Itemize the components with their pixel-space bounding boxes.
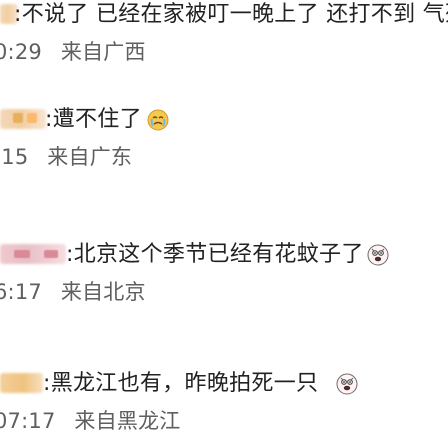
username-redacted[interactable] (0, 373, 43, 393)
comment-meta: :15 来自广东 (0, 143, 132, 171)
comment-time: :15 (0, 145, 29, 169)
comment-time: 0:29 (0, 40, 42, 64)
comment-time: 07:17 (0, 409, 56, 433)
comment-meta: 6:17 来自北京 (0, 278, 146, 306)
comment-text: :不说了 已经在家被叮一晚上了 还打不到 气死 (14, 2, 448, 27)
comment-item: :遭不住了 :15 来自广东 (0, 107, 448, 201)
comment-meta: 0:29 来自广西 (0, 38, 146, 66)
comment-item: :黑龙江也有，昨晚拍死一只 07:17 来自黑龙江 (0, 371, 448, 448)
comment-meta: 07:17 来自黑龙江 (0, 407, 180, 435)
comment-location: 来自广东 (47, 145, 133, 169)
crying-face-icon (147, 109, 169, 131)
comment-text: :黑龙江也有，昨晚拍死一只 (43, 371, 319, 396)
comment-text: :北京这个季节已经有花蚊子了 (66, 242, 364, 267)
user-badge-icon (13, 113, 23, 123)
comment-location: 来自黑龙江 (74, 409, 181, 433)
comment-text: :遭不住了 (45, 107, 142, 132)
comment-location: 来自广西 (60, 40, 146, 64)
user-badge-icon (27, 113, 37, 123)
comment-location: 来自北京 (60, 280, 146, 304)
comment-item: :北京这个季节已经有花蚊子了 6:17 来自北京 (0, 242, 448, 336)
username-redacted[interactable] (0, 109, 46, 129)
comment-item: :不说了 已经在家被叮一晚上了 还打不到 气死 0:29 来自广西 (0, 2, 448, 96)
user-badge-icon (44, 250, 58, 258)
scared-face-icon (336, 373, 358, 395)
scared-face-icon (367, 244, 389, 266)
user-badge-icon (14, 250, 30, 258)
comment-time: 6:17 (0, 280, 42, 304)
